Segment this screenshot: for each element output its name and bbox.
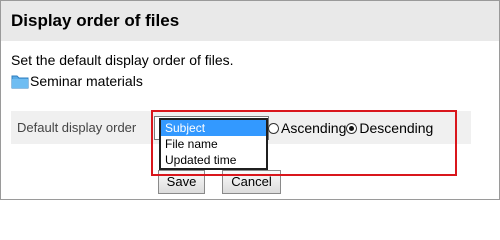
radio-ascending-button[interactable] [268,122,279,134]
save-button[interactable]: Save [158,170,205,194]
header-bar: Display order of files [1,1,499,41]
dropdown-option-updated-time[interactable]: Updated time [161,152,266,168]
radio-ascending[interactable]: Ascending [268,120,346,136]
setting-label: Default display order [17,120,137,135]
cancel-button[interactable]: Cancel [222,170,281,194]
folder-icon [11,73,29,89]
folder-name: Seminar materials [30,73,143,89]
page-title: Display order of files [11,11,180,30]
radio-descending-label: Descending [359,120,434,136]
sort-direction-radio-group: Ascending Descending [268,119,433,137]
radio-ascending-label: Ascending [281,120,347,136]
radio-descending-button[interactable] [346,122,358,134]
dropdown-option-file-name[interactable]: File name [161,136,266,152]
folder-breadcrumb[interactable]: Seminar materials [11,72,143,90]
page-description: Set the default display order of files. [11,52,234,68]
dropdown-option-subject[interactable]: Subject [161,120,266,136]
order-field-dropdown[interactable]: Subject File name Updated time [159,118,268,170]
radio-descending[interactable]: Descending [346,120,433,136]
